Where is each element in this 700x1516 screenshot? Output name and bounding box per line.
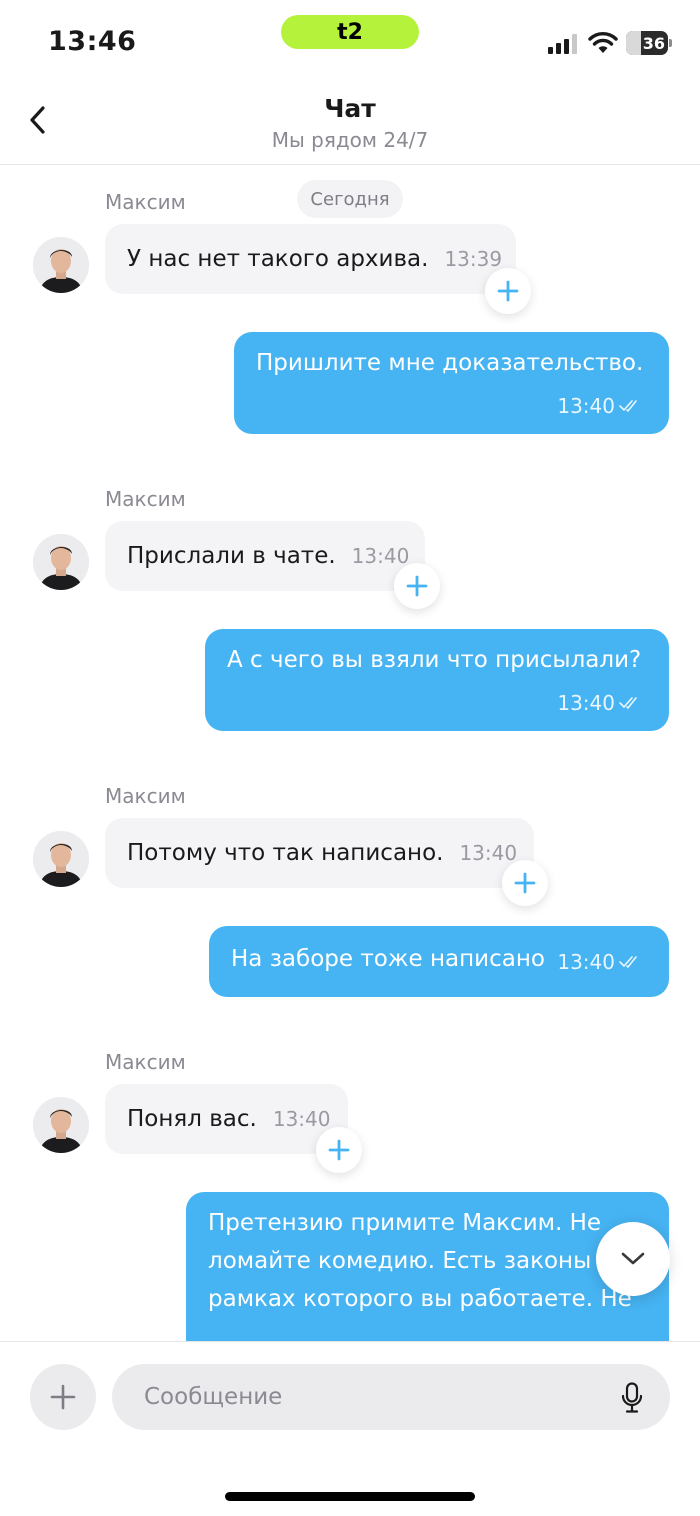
scroll-down-button[interactable]: [596, 1222, 670, 1296]
message-text: На заборе тоже написано: [231, 946, 545, 972]
plus-icon: [328, 1139, 350, 1161]
home-indicator[interactable]: [225, 1492, 475, 1501]
message-time: 13:40: [557, 394, 615, 418]
read-check-icon: [619, 400, 637, 412]
message-meta: 13:40: [557, 691, 641, 715]
carrier-pill: t2: [281, 15, 419, 49]
avatar[interactable]: [33, 237, 89, 293]
battery-icon: 36: [626, 31, 672, 55]
message-text: Прислали в чате.: [127, 543, 336, 569]
chevron-down-icon: [621, 1252, 645, 1265]
message-time: 13:40: [351, 544, 410, 568]
battery-tip: [669, 39, 672, 47]
message-meta: 13:40: [557, 950, 641, 974]
page-subtitle: Мы рядом 24/7: [271, 128, 429, 152]
page-title: Чат: [324, 94, 376, 123]
message-time: 13:40: [272, 1107, 331, 1131]
battery-body: 36: [626, 31, 668, 55]
microphone-icon: [621, 1382, 643, 1413]
date-divider: Сегодня: [297, 180, 403, 218]
chat-header: Чат Мы рядом 24/7: [0, 80, 700, 165]
signal-icon: [548, 34, 577, 54]
outgoing-message[interactable]: Пришлите мне доказательство. 13:40: [234, 332, 669, 434]
message-text: А с чего вы взяли что присылали?: [227, 647, 642, 673]
message-time: 13:39: [444, 247, 503, 271]
message-input[interactable]: [112, 1364, 670, 1430]
status-time: 13:46: [48, 26, 137, 57]
outgoing-message[interactable]: На заборе тоже написано 13:40: [209, 926, 669, 997]
carrier-logo: t2: [337, 19, 363, 45]
add-reaction-button[interactable]: [485, 268, 531, 314]
wifi-icon: [588, 32, 618, 53]
message-time: 13:40: [557, 691, 615, 715]
message-line: Претензию примите Максим. Не: [208, 1210, 602, 1236]
battery-fill: [626, 31, 642, 55]
status-bar: 13:46 t2 36: [0, 0, 700, 80]
read-check-icon: [619, 697, 637, 709]
sender-name: Максим: [105, 190, 186, 214]
avatar[interactable]: [33, 1097, 89, 1153]
avatar-image: [33, 534, 89, 590]
message-text: У нас нет такого архива.: [127, 246, 429, 272]
avatar-image: [33, 831, 89, 887]
avatar[interactable]: [33, 831, 89, 887]
message-meta: 13:40: [557, 394, 641, 418]
incoming-message[interactable]: Понял вас. 13:40: [105, 1084, 348, 1154]
avatar-image: [33, 1097, 89, 1153]
message-text: Потому что так написано.: [127, 840, 444, 866]
avatar-image: [33, 237, 89, 293]
long-message-text: Претензию примите Максим. Не ломайте ком…: [208, 1204, 632, 1318]
read-check-icon: [619, 956, 637, 968]
mic-button[interactable]: [612, 1380, 652, 1416]
battery-label: 36: [642, 33, 665, 53]
add-reaction-button[interactable]: [502, 860, 548, 906]
plus-icon: [514, 872, 536, 894]
plus-icon: [406, 575, 428, 597]
message-text: Пришлите мне доказательство.: [256, 350, 644, 376]
message-line: рамках которого вы работаете. Не: [208, 1286, 632, 1312]
plus-icon: [50, 1384, 76, 1410]
incoming-message[interactable]: Прислали в чате. 13:40: [105, 521, 425, 591]
outgoing-message[interactable]: А с чего вы взяли что присылали? 13:40: [205, 629, 669, 731]
chat-thread[interactable]: Сегодня Максим У нас нет такого архива. …: [0, 166, 700, 1341]
sender-name: Максим: [105, 487, 186, 511]
message-text: Понял вас.: [127, 1106, 257, 1132]
sender-name: Максим: [105, 1050, 186, 1074]
incoming-message[interactable]: Потому что так написано. 13:40: [105, 818, 534, 888]
sender-name: Максим: [105, 784, 186, 808]
add-reaction-button[interactable]: [394, 563, 440, 609]
add-reaction-button[interactable]: [316, 1127, 362, 1173]
message-time: 13:40: [557, 950, 615, 974]
message-line: ломайте комедию. Есть законы: [208, 1248, 592, 1274]
incoming-message[interactable]: У нас нет такого архива. 13:39: [105, 224, 516, 294]
message-composer: [0, 1341, 700, 1451]
avatar[interactable]: [33, 534, 89, 590]
message-time: 13:40: [459, 841, 518, 865]
plus-icon: [497, 280, 519, 302]
attach-button[interactable]: [30, 1364, 96, 1430]
